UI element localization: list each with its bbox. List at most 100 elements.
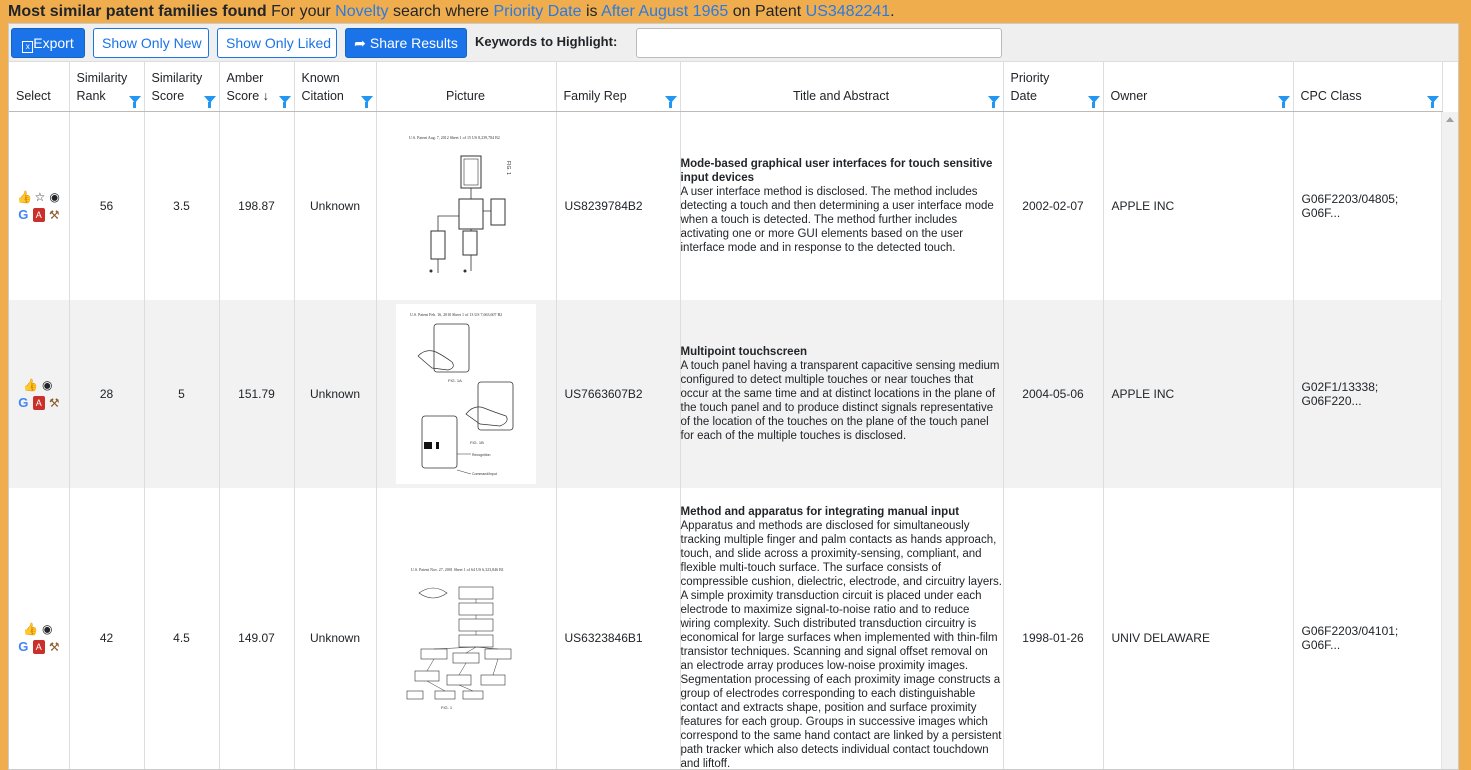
toolbar: xExport Show Only New Show Only Liked ➦S…: [9, 24, 1458, 62]
pdf-icon[interactable]: A: [33, 396, 46, 410]
pdf-icon[interactable]: A: [33, 208, 46, 222]
keywords-input[interactable]: [636, 28, 1002, 58]
svg-text:U.S. Patent Aug. 7, 2012: U.S. Patent Aug. 7, 2012 Sheet 1 of 15 U…: [409, 135, 500, 141]
headline-text-3: is: [582, 3, 602, 20]
filter-icon[interactable]: [665, 96, 677, 103]
filter-icon[interactable]: [988, 96, 1000, 103]
col-title-abstract[interactable]: Title and Abstract: [680, 62, 1003, 111]
google-icon[interactable]: G: [17, 396, 30, 410]
patent-picture[interactable]: U.S. Patent Nov. 27, 2001 Sheet 1 of 64 …: [376, 488, 556, 770]
select-cell: 👍 ◉ G A ⚒: [9, 488, 69, 770]
thumbs-up-icon[interactable]: 👍: [23, 622, 37, 636]
keywords-label: Keywords to Highlight:: [475, 34, 617, 49]
priority-date: 2004-05-06: [1003, 300, 1103, 488]
col-priority-date[interactable]: PriorityDate: [1003, 62, 1103, 111]
share-icon: ➦: [354, 35, 366, 51]
patent-drawing-image: U.S. Patent Aug. 7, 2012 Sheet 1 of 15 U…: [401, 131, 531, 281]
hide-icon[interactable]: ◉: [40, 378, 54, 392]
headline-text-1: For your: [267, 3, 335, 20]
col-similarity-rank[interactable]: SimilarityRank: [69, 62, 144, 111]
similarity-rank: 42: [69, 488, 144, 770]
patent-picture[interactable]: U.S. Patent Aug. 7, 2012 Sheet 1 of 15 U…: [376, 111, 556, 300]
family-rep[interactable]: US6323846B1: [556, 488, 680, 770]
patent-drawing-image: U.S. Patent Feb. 16, 2010 Sheet 1 of 13 …: [396, 304, 536, 484]
amber-score: 151.79: [219, 300, 294, 488]
export-icon: x: [22, 41, 33, 53]
tools-icon[interactable]: ⚒: [48, 208, 61, 222]
col-amber-score[interactable]: AmberScore ↓: [219, 62, 294, 111]
filter-icon[interactable]: [1278, 96, 1290, 103]
star-icon[interactable]: ☆: [34, 190, 46, 204]
title-abstract-cell: Multipoint touchscreen A touch panel hav…: [680, 300, 1003, 488]
tools-icon[interactable]: ⚒: [48, 640, 61, 654]
col-cpc-class[interactable]: CPC Class: [1293, 62, 1442, 111]
select-cell: 👍 ☆ ◉ G A ⚒: [9, 111, 69, 300]
amber-score: 198.87: [219, 111, 294, 300]
cpc-class: G06F2203/04805; G06F...: [1293, 111, 1442, 300]
owner: UNIV DELAWARE: [1103, 488, 1293, 770]
thumbs-up-icon[interactable]: 👍: [17, 190, 31, 204]
hide-icon[interactable]: ◉: [49, 190, 61, 204]
patent-abstract: A touch panel having a transparent capac…: [681, 359, 1003, 443]
similarity-rank: 28: [69, 300, 144, 488]
condition-link[interactable]: After August 1965: [601, 3, 728, 20]
export-label: Export: [33, 35, 73, 51]
headline-text-2: search where: [389, 3, 494, 20]
vertical-scrollbar[interactable]: [1441, 112, 1458, 770]
similarity-score: 4.5: [144, 488, 219, 770]
similarity-rank: 56: [69, 111, 144, 300]
svg-text:U.S. Patent Nov. 27, 2001: U.S. Patent Nov. 27, 2001 Sheet 1 of 64 …: [411, 567, 504, 573]
patent-title: Multipoint touchscreen: [681, 345, 1003, 359]
amber-score: 149.07: [219, 488, 294, 770]
results-table: Select SimilarityRank SimilarityScore Am…: [9, 62, 1443, 770]
results-headline: Most similar patent families found For y…: [8, 3, 895, 21]
field-link[interactable]: Priority Date: [493, 3, 581, 20]
col-known-citation[interactable]: KnownCitation: [294, 62, 376, 111]
table-row: 👍 ☆ ◉ G A ⚒ 56 3.5 198.87 Unknown: [9, 111, 1442, 300]
google-icon[interactable]: G: [17, 640, 30, 654]
patent-link[interactable]: US3482241: [806, 3, 891, 20]
cpc-class: G02F1/13338; G06F220...: [1293, 300, 1442, 488]
share-results-button[interactable]: ➦Share Results: [345, 28, 467, 58]
family-rep[interactable]: US8239784B2: [556, 111, 680, 300]
cpc-class: G06F2203/04101; G06F...: [1293, 488, 1442, 770]
svg-text:FIG. 1B: FIG. 1B: [470, 440, 484, 445]
google-icon[interactable]: G: [17, 208, 30, 222]
select-cell: 👍 ◉ G A ⚒: [9, 300, 69, 488]
family-rep[interactable]: US7663607B2: [556, 300, 680, 488]
scroll-up-icon[interactable]: [1446, 117, 1454, 122]
patent-picture[interactable]: U.S. Patent Feb. 16, 2010 Sheet 1 of 13 …: [376, 300, 556, 488]
filter-icon[interactable]: [1088, 96, 1100, 103]
search-type-link[interactable]: Novelty: [335, 3, 388, 20]
filter-icon[interactable]: [279, 96, 291, 103]
known-citation: Unknown: [294, 111, 376, 300]
tools-icon[interactable]: ⚒: [48, 396, 61, 410]
export-button[interactable]: xExport: [11, 28, 85, 58]
title-abstract-cell: Method and apparatus for integrating man…: [680, 488, 1003, 770]
filter-icon[interactable]: [361, 96, 373, 103]
known-citation: Unknown: [294, 488, 376, 770]
pdf-icon[interactable]: A: [33, 640, 46, 654]
headline-title: Most similar patent families found: [8, 3, 267, 20]
priority-date: 1998-01-26: [1003, 488, 1103, 770]
owner: APPLE INC: [1103, 300, 1293, 488]
filter-icon[interactable]: [129, 96, 141, 103]
patent-abstract: Apparatus and methods are disclosed for …: [681, 519, 1003, 770]
similarity-score: 5: [144, 300, 219, 488]
filter-icon[interactable]: [1427, 96, 1439, 103]
patent-drawing-image: U.S. Patent Nov. 27, 2001 Sheet 1 of 64 …: [401, 563, 531, 713]
col-picture: Picture: [376, 62, 556, 111]
table-row: 👍 ◉ G A ⚒ 28 5 151.79 Unknown U.: [9, 300, 1442, 488]
hide-icon[interactable]: ◉: [40, 622, 54, 636]
thumbs-up-icon[interactable]: 👍: [23, 378, 37, 392]
svg-text:FIG. 1: FIG. 1: [505, 161, 511, 175]
show-only-liked-button[interactable]: Show Only Liked: [217, 28, 337, 58]
filter-icon[interactable]: [204, 96, 216, 103]
similarity-score: 3.5: [144, 111, 219, 300]
table-row: 👍 ◉ G A ⚒ 42 4.5 149.07 Unknown U.S. Pat…: [9, 488, 1442, 770]
owner: APPLE INC: [1103, 111, 1293, 300]
col-similarity-score[interactable]: SimilarityScore: [144, 62, 219, 111]
col-owner[interactable]: Owner: [1103, 62, 1293, 111]
col-family-rep[interactable]: Family Rep: [556, 62, 680, 111]
show-only-new-button[interactable]: Show Only New: [93, 28, 209, 58]
